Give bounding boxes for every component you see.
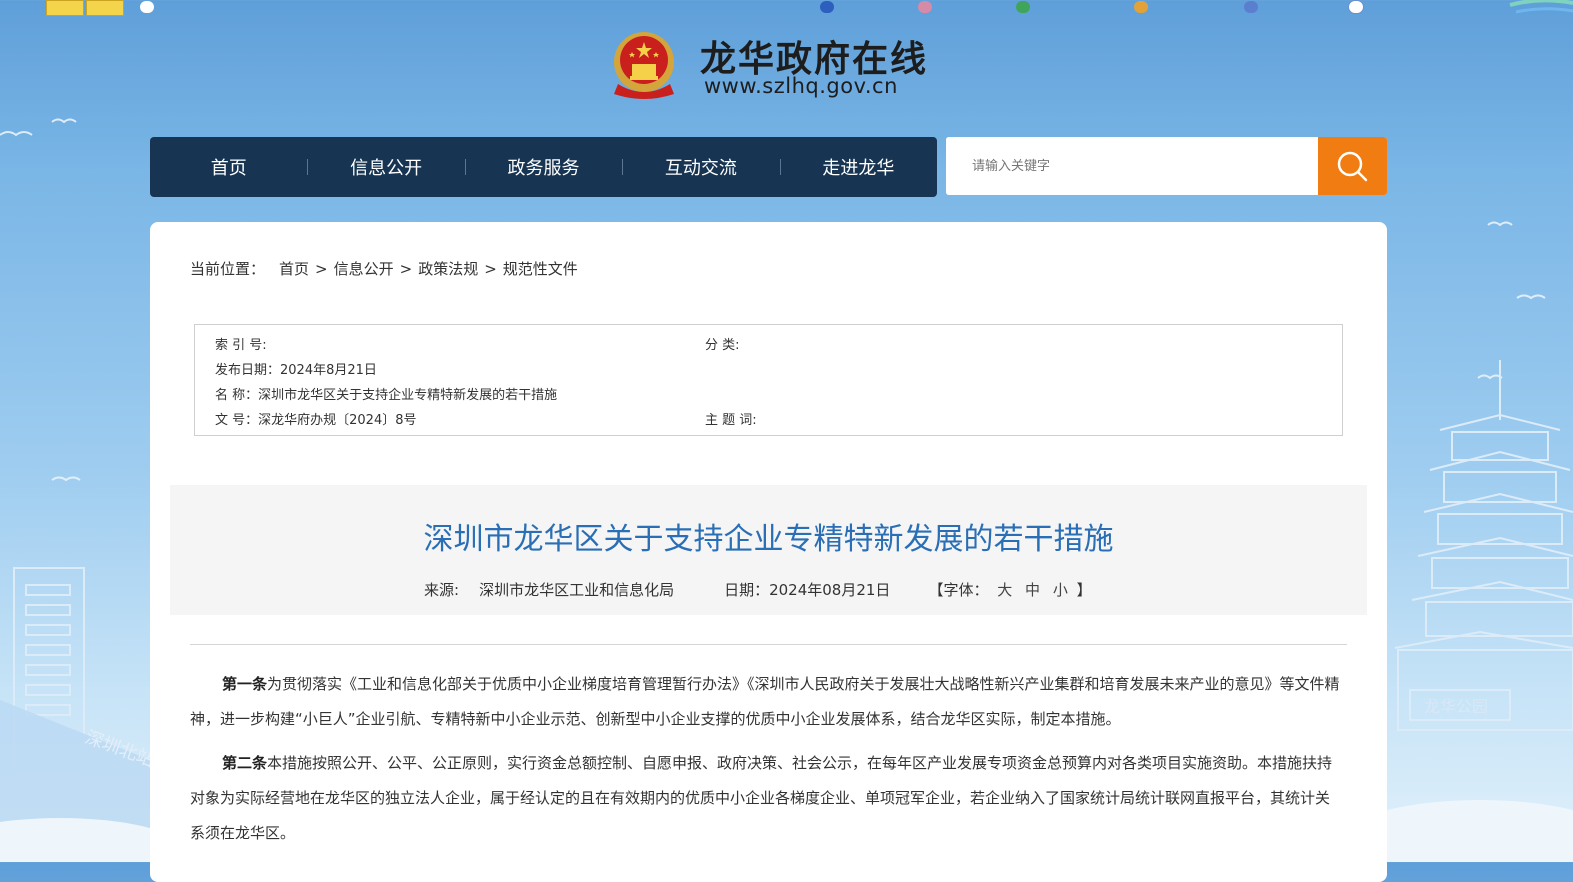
- article-date: 日期：2024年08月21日: [724, 581, 891, 599]
- article-header: 深圳市龙华区关于支持企业专精特新发展的若干措施 来源: 深圳市龙华区工业和信息化局…: [170, 485, 1367, 615]
- content-card: 当前位置： 首页 > 信息公开 > 政策法规 > 规范性文件 索 引 号: 分 …: [150, 222, 1387, 882]
- site-url: www.szlhq.gov.cn: [704, 74, 898, 98]
- article-meta: 来源: 深圳市龙华区工业和信息化局 日期：2024年08月21日 【字体： 大 中 小…: [424, 579, 1092, 600]
- font-size-medium-button[interactable]: 中: [1025, 581, 1040, 599]
- breadcrumb-separator: >: [315, 259, 328, 278]
- park-sign-text: 龙华公园: [1424, 697, 1488, 716]
- document-name: 名 称：深圳市龙华区关于支持企业专精特新发展的若干措施: [215, 388, 558, 403]
- article-2-lead: 第二条: [222, 754, 268, 772]
- breadcrumb-item-info-disclosure[interactable]: 信息公开: [334, 258, 394, 279]
- breadcrumb-separator: >: [399, 259, 413, 278]
- national-emblem-icon: [614, 32, 674, 99]
- breadcrumb: 当前位置： 首页 > 信息公开 > 政策法规 > 规范性文件: [190, 258, 578, 279]
- search-button[interactable]: [1318, 137, 1387, 195]
- publish-date: 发布日期：2024年8月21日: [215, 363, 377, 378]
- breadcrumb-label: 当前位置：: [190, 260, 266, 278]
- font-size-large-button[interactable]: 大: [997, 581, 1012, 599]
- source-label: 来源:: [424, 581, 460, 599]
- nav-item-about-longhua[interactable]: 走进龙华: [779, 137, 937, 197]
- breadcrumb-item-normative-docs[interactable]: 规范性文件: [503, 258, 578, 279]
- keywords-label: 主 题 词:: [705, 413, 757, 428]
- main-nav: 首页 信息公开 政务服务 互动交流 走进龙华: [150, 137, 937, 197]
- breadcrumb-item-policies[interactable]: 政策法规: [418, 258, 478, 279]
- search-box: [946, 137, 1387, 195]
- category-label: 分 类:: [705, 338, 740, 353]
- font-size-small-button[interactable]: 小: [1053, 581, 1068, 599]
- search-input[interactable]: [946, 137, 1318, 195]
- article-1-text: 为贯彻落实《工业和信息化部关于优质中小企业梯度培育管理暂行办法》《深圳市人民政府…: [190, 675, 1340, 728]
- document-info-box: 索 引 号: 分 类: 发布日期：2024年8月21日 名 称：深圳市龙华区关于…: [194, 324, 1343, 436]
- breadcrumb-item-home[interactable]: 首页: [279, 258, 309, 279]
- index-number-label: 索 引 号:: [215, 338, 267, 353]
- font-size-suffix: 】: [1076, 581, 1092, 599]
- article-2-text: 本措施按照公开、公平、公正原则，实行资金总额控制、自愿申报、政府决策、社会公示，…: [190, 754, 1333, 842]
- nav-item-gov-services[interactable]: 政务服务: [464, 137, 622, 197]
- document-number: 文 号：深龙华府办规〔2024〕8号: [215, 413, 417, 428]
- search-icon: [1337, 151, 1368, 182]
- article-paragraph-2: 第二条本措施按照公开、公平、公正原则，实行资金总额控制、自愿申报、政府决策、社会…: [190, 746, 1340, 851]
- article-1-lead: 第一条: [222, 675, 268, 693]
- nav-item-info-disclosure[interactable]: 信息公开: [307, 137, 464, 197]
- nav-item-home[interactable]: 首页: [150, 137, 307, 197]
- nav-item-interaction[interactable]: 互动交流: [622, 137, 779, 197]
- pagoda-illustration: [1394, 360, 1573, 731]
- font-size-prefix: 【字体：: [928, 581, 989, 599]
- source-value: 深圳市龙华区工业和信息化局: [479, 581, 675, 599]
- breadcrumb-separator: >: [484, 259, 497, 278]
- article-title: 深圳市龙华区关于支持企业专精特新发展的若干措施: [423, 522, 1114, 557]
- article-paragraph-1: 第一条为贯彻落实《工业和信息化部关于优质中小企业梯度培育管理暂行办法》《深圳市人…: [190, 667, 1340, 737]
- content-divider: [190, 644, 1347, 645]
